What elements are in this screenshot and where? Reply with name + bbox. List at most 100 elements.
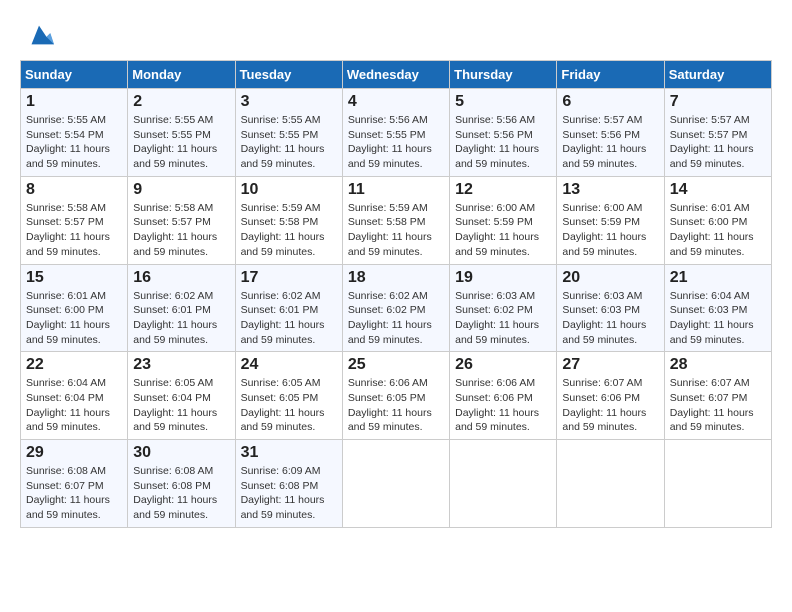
- day-cell: 7 Sunrise: 5:57 AM Sunset: 5:57 PM Dayli…: [664, 89, 771, 177]
- day-number: 22: [26, 356, 122, 374]
- day-number: 5: [455, 93, 551, 111]
- day-info: Sunrise: 6:04 AM Sunset: 6:04 PM Dayligh…: [26, 376, 122, 435]
- day-info: Sunrise: 5:57 AM Sunset: 5:56 PM Dayligh…: [562, 113, 658, 172]
- header-cell-thursday: Thursday: [450, 61, 557, 89]
- day-cell: 31 Sunrise: 6:09 AM Sunset: 6:08 PM Dayl…: [235, 440, 342, 528]
- day-number: 30: [133, 444, 229, 462]
- day-number: 11: [348, 181, 444, 199]
- day-info: Sunrise: 5:56 AM Sunset: 5:56 PM Dayligh…: [455, 113, 551, 172]
- day-number: 21: [670, 269, 766, 287]
- day-number: 31: [241, 444, 337, 462]
- header-cell-tuesday: Tuesday: [235, 61, 342, 89]
- day-cell: [664, 440, 771, 528]
- week-row-1: 1 Sunrise: 5:55 AM Sunset: 5:54 PM Dayli…: [21, 89, 772, 177]
- day-info: Sunrise: 6:02 AM Sunset: 6:01 PM Dayligh…: [133, 289, 229, 348]
- day-cell: 22 Sunrise: 6:04 AM Sunset: 6:04 PM Dayl…: [21, 352, 128, 440]
- day-info: Sunrise: 6:01 AM Sunset: 6:00 PM Dayligh…: [26, 289, 122, 348]
- day-info: Sunrise: 6:09 AM Sunset: 6:08 PM Dayligh…: [241, 464, 337, 523]
- day-number: 25: [348, 356, 444, 374]
- day-cell: 13 Sunrise: 6:00 AM Sunset: 5:59 PM Dayl…: [557, 176, 664, 264]
- week-row-4: 22 Sunrise: 6:04 AM Sunset: 6:04 PM Dayl…: [21, 352, 772, 440]
- day-info: Sunrise: 5:55 AM Sunset: 5:55 PM Dayligh…: [133, 113, 229, 172]
- day-info: Sunrise: 6:03 AM Sunset: 6:02 PM Dayligh…: [455, 289, 551, 348]
- day-cell: 6 Sunrise: 5:57 AM Sunset: 5:56 PM Dayli…: [557, 89, 664, 177]
- calendar-table: SundayMondayTuesdayWednesdayThursdayFrid…: [20, 60, 772, 528]
- day-info: Sunrise: 5:57 AM Sunset: 5:57 PM Dayligh…: [670, 113, 766, 172]
- day-cell: 28 Sunrise: 6:07 AM Sunset: 6:07 PM Dayl…: [664, 352, 771, 440]
- day-info: Sunrise: 6:01 AM Sunset: 6:00 PM Dayligh…: [670, 201, 766, 260]
- day-info: Sunrise: 5:56 AM Sunset: 5:55 PM Dayligh…: [348, 113, 444, 172]
- day-info: Sunrise: 6:05 AM Sunset: 6:04 PM Dayligh…: [133, 376, 229, 435]
- day-number: 14: [670, 181, 766, 199]
- day-cell: 23 Sunrise: 6:05 AM Sunset: 6:04 PM Dayl…: [128, 352, 235, 440]
- day-cell: 19 Sunrise: 6:03 AM Sunset: 6:02 PM Dayl…: [450, 264, 557, 352]
- day-cell: 1 Sunrise: 5:55 AM Sunset: 5:54 PM Dayli…: [21, 89, 128, 177]
- day-cell: 9 Sunrise: 5:58 AM Sunset: 5:57 PM Dayli…: [128, 176, 235, 264]
- day-cell: [450, 440, 557, 528]
- header-cell-friday: Friday: [557, 61, 664, 89]
- week-row-3: 15 Sunrise: 6:01 AM Sunset: 6:00 PM Dayl…: [21, 264, 772, 352]
- header-cell-saturday: Saturday: [664, 61, 771, 89]
- day-info: Sunrise: 5:59 AM Sunset: 5:58 PM Dayligh…: [348, 201, 444, 260]
- day-cell: 26 Sunrise: 6:06 AM Sunset: 6:06 PM Dayl…: [450, 352, 557, 440]
- day-number: 18: [348, 269, 444, 287]
- page-header: [20, 20, 772, 50]
- header-cell-wednesday: Wednesday: [342, 61, 449, 89]
- day-cell: 8 Sunrise: 5:58 AM Sunset: 5:57 PM Dayli…: [21, 176, 128, 264]
- day-info: Sunrise: 5:59 AM Sunset: 5:58 PM Dayligh…: [241, 201, 337, 260]
- day-number: 16: [133, 269, 229, 287]
- day-info: Sunrise: 5:55 AM Sunset: 5:55 PM Dayligh…: [241, 113, 337, 172]
- day-cell: 21 Sunrise: 6:04 AM Sunset: 6:03 PM Dayl…: [664, 264, 771, 352]
- day-info: Sunrise: 6:07 AM Sunset: 6:07 PM Dayligh…: [670, 376, 766, 435]
- day-cell: 20 Sunrise: 6:03 AM Sunset: 6:03 PM Dayl…: [557, 264, 664, 352]
- day-info: Sunrise: 6:05 AM Sunset: 6:05 PM Dayligh…: [241, 376, 337, 435]
- day-cell: 17 Sunrise: 6:02 AM Sunset: 6:01 PM Dayl…: [235, 264, 342, 352]
- day-info: Sunrise: 5:55 AM Sunset: 5:54 PM Dayligh…: [26, 113, 122, 172]
- day-info: Sunrise: 5:58 AM Sunset: 5:57 PM Dayligh…: [133, 201, 229, 260]
- header-cell-monday: Monday: [128, 61, 235, 89]
- day-cell: 3 Sunrise: 5:55 AM Sunset: 5:55 PM Dayli…: [235, 89, 342, 177]
- day-cell: 18 Sunrise: 6:02 AM Sunset: 6:02 PM Dayl…: [342, 264, 449, 352]
- day-number: 2: [133, 93, 229, 111]
- day-cell: 10 Sunrise: 5:59 AM Sunset: 5:58 PM Dayl…: [235, 176, 342, 264]
- day-info: Sunrise: 6:00 AM Sunset: 5:59 PM Dayligh…: [455, 201, 551, 260]
- day-info: Sunrise: 6:00 AM Sunset: 5:59 PM Dayligh…: [562, 201, 658, 260]
- day-cell: 14 Sunrise: 6:01 AM Sunset: 6:00 PM Dayl…: [664, 176, 771, 264]
- day-number: 19: [455, 269, 551, 287]
- day-info: Sunrise: 6:06 AM Sunset: 6:06 PM Dayligh…: [455, 376, 551, 435]
- day-number: 27: [562, 356, 658, 374]
- day-number: 8: [26, 181, 122, 199]
- day-number: 1: [26, 93, 122, 111]
- day-number: 26: [455, 356, 551, 374]
- day-number: 12: [455, 181, 551, 199]
- day-cell: 15 Sunrise: 6:01 AM Sunset: 6:00 PM Dayl…: [21, 264, 128, 352]
- day-number: 3: [241, 93, 337, 111]
- day-number: 29: [26, 444, 122, 462]
- day-cell: 25 Sunrise: 6:06 AM Sunset: 6:05 PM Dayl…: [342, 352, 449, 440]
- day-cell: 12 Sunrise: 6:00 AM Sunset: 5:59 PM Dayl…: [450, 176, 557, 264]
- day-cell: 24 Sunrise: 6:05 AM Sunset: 6:05 PM Dayl…: [235, 352, 342, 440]
- logo: [20, 20, 54, 50]
- day-cell: [557, 440, 664, 528]
- day-cell: 4 Sunrise: 5:56 AM Sunset: 5:55 PM Dayli…: [342, 89, 449, 177]
- logo-icon: [24, 20, 54, 50]
- day-info: Sunrise: 6:02 AM Sunset: 6:01 PM Dayligh…: [241, 289, 337, 348]
- day-number: 10: [241, 181, 337, 199]
- day-cell: 27 Sunrise: 6:07 AM Sunset: 6:06 PM Dayl…: [557, 352, 664, 440]
- week-row-2: 8 Sunrise: 5:58 AM Sunset: 5:57 PM Dayli…: [21, 176, 772, 264]
- day-number: 7: [670, 93, 766, 111]
- day-info: Sunrise: 6:03 AM Sunset: 6:03 PM Dayligh…: [562, 289, 658, 348]
- day-cell: 30 Sunrise: 6:08 AM Sunset: 6:08 PM Dayl…: [128, 440, 235, 528]
- day-number: 4: [348, 93, 444, 111]
- day-number: 6: [562, 93, 658, 111]
- week-row-5: 29 Sunrise: 6:08 AM Sunset: 6:07 PM Dayl…: [21, 440, 772, 528]
- day-number: 13: [562, 181, 658, 199]
- day-info: Sunrise: 6:08 AM Sunset: 6:07 PM Dayligh…: [26, 464, 122, 523]
- day-cell: [342, 440, 449, 528]
- day-cell: 11 Sunrise: 5:59 AM Sunset: 5:58 PM Dayl…: [342, 176, 449, 264]
- day-info: Sunrise: 6:08 AM Sunset: 6:08 PM Dayligh…: [133, 464, 229, 523]
- day-cell: 16 Sunrise: 6:02 AM Sunset: 6:01 PM Dayl…: [128, 264, 235, 352]
- day-info: Sunrise: 6:04 AM Sunset: 6:03 PM Dayligh…: [670, 289, 766, 348]
- day-number: 15: [26, 269, 122, 287]
- header-cell-sunday: Sunday: [21, 61, 128, 89]
